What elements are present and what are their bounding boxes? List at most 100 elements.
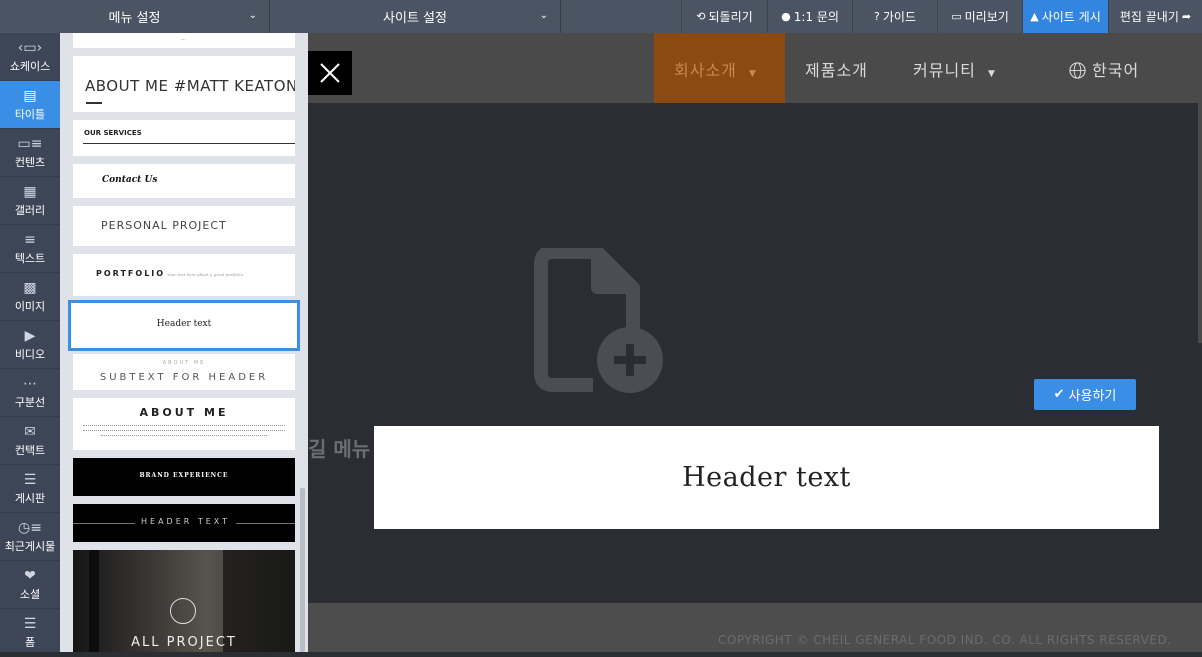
menu-settings-label: 메뉴 설정 xyxy=(108,11,161,26)
undo-button[interactable]: ⟲ 되돌리기 xyxy=(681,0,767,33)
publish-label: 사이트 게시 xyxy=(1041,10,1101,24)
close-icon xyxy=(320,63,340,83)
template-title: ABOUT ME xyxy=(139,406,229,419)
nav-label: 제품소개 xyxy=(805,61,868,80)
rail-label: 구분선 xyxy=(14,396,46,409)
template-portfolio[interactable]: PORTFOLIO Your text here about a great p… xyxy=(73,254,295,296)
template-title: BRAND EXPERIENCE xyxy=(139,472,229,479)
template-subtext-for-header[interactable]: ABOUT ME SUBTEXT FOR HEADER xyxy=(73,354,295,390)
template-title: Contact Us xyxy=(102,175,158,185)
guide-button[interactable]: ? 가이드 xyxy=(852,0,937,33)
rail-label: 최근게시물 xyxy=(4,540,56,553)
template-about-me[interactable]: ABOUT ME xyxy=(73,398,295,450)
rail-item-content[interactable]: ▭≡ 컨텐츠 xyxy=(0,129,60,177)
template-header-text-caps[interactable]: HEADER TEXT xyxy=(73,504,295,542)
site-footer: COPYRIGHT © CHEIL GENERAL FOOD IND. CO. … xyxy=(308,603,1202,652)
rail-label: 게시판 xyxy=(14,492,46,505)
template-title: SUBTEXT FOR HEADER xyxy=(99,372,269,383)
finish-editing-button[interactable]: 편집 끝내기 ➦ xyxy=(1108,0,1202,33)
caret-down-icon: ▼ xyxy=(987,69,996,79)
nav-item-language[interactable]: 한국어 xyxy=(1069,57,1139,81)
site-settings-dropdown[interactable]: 사이트 설정 ⌄ xyxy=(270,0,561,33)
undo-label: 되돌리기 xyxy=(708,10,753,24)
showcase-icon: ‹▭› xyxy=(17,40,43,56)
template-contact-us[interactable]: Contact Us xyxy=(73,164,295,198)
undo-icon: ⟲ xyxy=(696,10,706,23)
menu-settings-dropdown[interactable]: 메뉴 설정 ⌄ xyxy=(0,0,270,33)
rail-label: 폼 xyxy=(24,636,36,649)
social-icon: ❤ xyxy=(24,568,36,584)
template-header-text[interactable]: Header text xyxy=(68,300,300,351)
publish-button[interactable]: ▲ 사이트 게시 xyxy=(1022,0,1108,33)
rail-item-form[interactable]: ☰ 폼 xyxy=(0,609,60,657)
divider-icon: ⋯ xyxy=(23,376,37,392)
inquiry-label: 1:1 문의 xyxy=(793,10,839,24)
template-subtitle: Your text here about a great portfolio xyxy=(167,272,243,277)
rail-item-recent-posts[interactable]: ◷≡ 최근게시물 xyxy=(0,513,60,561)
template-title: OUR SERVICES xyxy=(84,129,142,137)
template-title: ABOUT ME #MATT KEATON xyxy=(85,77,295,95)
image-icon: ▩ xyxy=(23,280,37,296)
template-personal-project[interactable]: PERSONAL PROJECT xyxy=(73,206,295,246)
rail-label: 갤러리 xyxy=(14,204,46,217)
rail-item-video[interactable]: ▶ 비디오 xyxy=(0,321,60,369)
inquiry-button[interactable]: ● 1:1 문의 xyxy=(767,0,852,33)
video-icon: ▶ xyxy=(24,328,36,344)
nav-item-products[interactable]: 제품소개 xyxy=(805,57,868,81)
rail-label: 텍스트 xyxy=(14,252,46,265)
rail-item-social[interactable]: ❤ 소셜 xyxy=(0,561,60,609)
template-title: PERSONAL PROJECT xyxy=(101,219,227,232)
rail-label: 소셜 xyxy=(19,588,41,601)
template-about-me-matt[interactable]: ABOUT ME #MATT KEATON xyxy=(73,56,295,112)
rail-label: 컨택트 xyxy=(14,444,46,457)
rail-item-showcase[interactable]: ‹▭› 쇼케이스 xyxy=(0,33,60,81)
text-icon: ≡ xyxy=(24,232,36,248)
chevron-down-icon: ⌄ xyxy=(248,10,257,21)
board-icon: ☰ xyxy=(23,472,37,488)
site-settings-label: 사이트 설정 xyxy=(383,11,447,26)
preview-button[interactable]: ▭ 미리보기 xyxy=(937,0,1022,33)
nav-item-community[interactable]: 커뮤니티 ▼ xyxy=(913,57,996,81)
form-icon: ☰ xyxy=(23,616,37,632)
top-toolbar: 메뉴 설정 ⌄ 사이트 설정 ⌄ ⟲ 되돌리기 ● 1:1 문의 ? 가이드 ▭… xyxy=(0,0,1202,33)
nav-item-company[interactable]: 회사소개 ▼ xyxy=(674,57,757,81)
template-title: ALL PROJECT xyxy=(131,635,237,650)
footer-copyright: COPYRIGHT © CHEIL GENERAL FOOD IND. CO. … xyxy=(718,633,1172,647)
rail-item-image[interactable]: ▩ 이미지 xyxy=(0,273,60,321)
content-icon: ▭≡ xyxy=(17,136,43,152)
recent-posts-icon: ◷≡ xyxy=(18,520,42,536)
template-all-project[interactable]: ALL PROJECT xyxy=(73,550,295,652)
user-icon: ● xyxy=(781,10,791,23)
rail-label: 컨텐츠 xyxy=(14,156,46,169)
template-overline: ABOUT ME xyxy=(162,360,206,366)
right-edge-strip xyxy=(1198,33,1202,343)
rail-label: 쇼케이스 xyxy=(9,60,51,73)
logo-emblem-icon xyxy=(170,598,196,624)
add-file-icon xyxy=(534,248,663,393)
caret-down-icon: ▼ xyxy=(748,69,757,79)
title-icon: ▤ xyxy=(23,88,37,104)
rail-item-title[interactable]: ▤ 타이틀 xyxy=(0,81,60,129)
rail-item-contact[interactable]: ✉ 컨택트 xyxy=(0,417,60,465)
title-template-panel: — ABOUT ME #MATT KEATON OUR SERVICES Con… xyxy=(60,33,308,652)
preview-label: 미리보기 xyxy=(964,10,1009,24)
nav-label: 회사소개 xyxy=(674,61,737,80)
template-preview: Header text xyxy=(374,426,1159,529)
ghost-menu-text: 길 메뉴 xyxy=(308,437,371,461)
template-our-services[interactable]: OUR SERVICES xyxy=(73,120,295,156)
template-partial-top[interactable]: — xyxy=(73,33,295,48)
rail-item-board[interactable]: ☰ 게시판 xyxy=(0,465,60,513)
close-button[interactable] xyxy=(308,51,352,95)
preview-header-text: Header text xyxy=(682,462,851,493)
widget-category-rail: ‹▭› 쇼케이스 ▤ 타이틀 ▭≡ 컨텐츠 ▦ 갤러리 ≡ 텍스트 ▩ 이미지 … xyxy=(0,33,60,652)
paragraph-line xyxy=(83,430,285,432)
monitor-icon: ▭ xyxy=(951,10,962,23)
use-template-button[interactable]: ✔ 사용하기 xyxy=(1034,379,1136,410)
rail-item-gallery[interactable]: ▦ 갤러리 xyxy=(0,177,60,225)
template-brand-experience[interactable]: BRAND EXPERIENCE xyxy=(73,458,295,496)
rail-item-text[interactable]: ≡ 텍스트 xyxy=(0,225,60,273)
guide-label: 가이드 xyxy=(882,10,916,24)
upload-icon: ▲ xyxy=(1030,10,1039,23)
panel-scrollbar[interactable] xyxy=(300,488,305,652)
rail-item-divider[interactable]: ⋯ 구분선 xyxy=(0,369,60,417)
